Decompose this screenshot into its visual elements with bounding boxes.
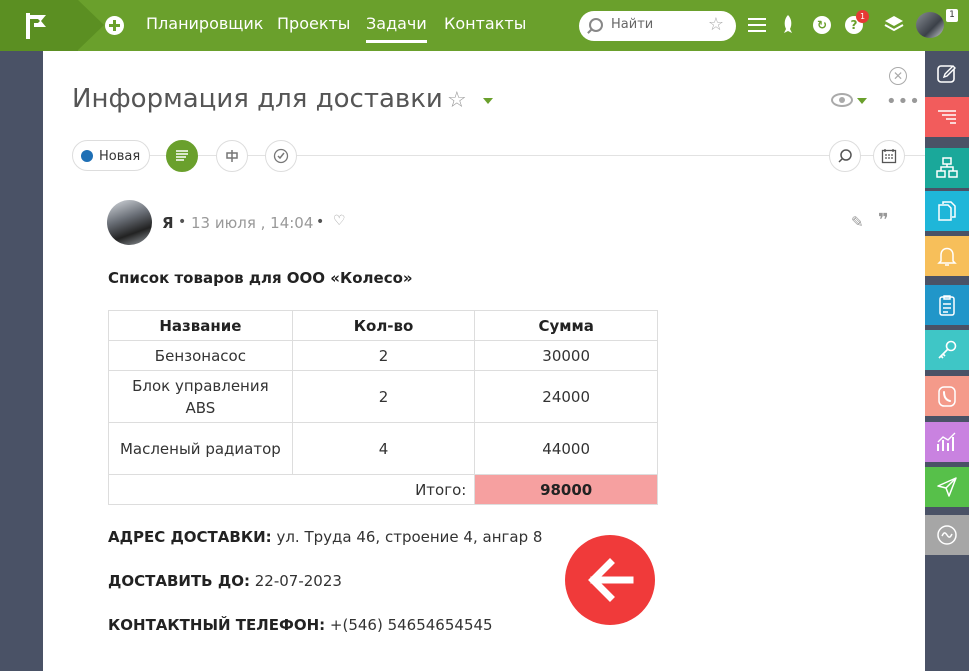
layers-icon[interactable]	[884, 14, 904, 40]
table-row: Блок управления ABS 2 24000	[108, 370, 658, 423]
eye-icon[interactable]	[831, 93, 853, 107]
deliver-by: ДОСТАВИТЬ ДО: 22-07-2023	[108, 572, 342, 590]
checklist-tab-button[interactable]	[265, 140, 297, 172]
sidebar-activity[interactable]	[925, 515, 969, 555]
table-cell: 24000	[474, 370, 658, 423]
total-value: 98000	[474, 474, 658, 505]
calendar-button[interactable]	[873, 140, 905, 172]
table-header: Сумма	[474, 310, 658, 341]
sidebar-access[interactable]	[925, 330, 969, 370]
profile-badge: 1	[946, 9, 958, 22]
arrow-left-icon	[588, 558, 634, 602]
add-button[interactable]	[105, 16, 124, 35]
page-title: Информация для доставки	[72, 84, 443, 114]
clipboard-icon	[939, 295, 955, 316]
list-title: Список товаров для ООО «Колесо»	[108, 269, 413, 287]
timer-icon[interactable]: ↻	[813, 16, 831, 34]
sidebar-edit[interactable]	[925, 54, 969, 94]
quote-icon[interactable]: ❞	[878, 210, 889, 231]
contact-phone: КОНТАКТНЫЙ ТЕЛЕФОН: +(546) 54654654545	[108, 616, 493, 634]
nav-projects[interactable]: Проекты	[277, 14, 350, 33]
rocket-icon[interactable]	[781, 14, 795, 40]
visibility-dropdown-chevron-icon[interactable]	[857, 98, 867, 104]
search-box[interactable]: Найти ☆	[579, 11, 736, 41]
flag-logo-icon	[26, 13, 46, 39]
list-icon	[938, 110, 956, 124]
sidebar-notifications[interactable]	[925, 236, 969, 276]
menu-icon[interactable]	[748, 18, 766, 32]
back-button[interactable]	[565, 535, 655, 625]
table-cell: 44000	[474, 422, 658, 475]
table-header: Название	[108, 310, 293, 341]
table-cell: Масленый радиатор	[108, 422, 293, 475]
table-cell: 2	[291, 370, 476, 423]
sidebar-structure[interactable]	[925, 148, 969, 188]
chart-icon	[937, 432, 956, 451]
post-date: 13 июля , 14:04	[191, 214, 314, 232]
search-icon	[589, 18, 603, 32]
structure-icon	[936, 157, 958, 178]
description-tab-button[interactable]	[166, 140, 198, 172]
nav-tasks[interactable]: Задачи	[366, 14, 427, 43]
table-cell: Бензонасос	[108, 340, 293, 371]
table-row: Масленый радиатор 4 44000	[108, 422, 658, 475]
help-badge: 1	[856, 10, 869, 23]
post-author[interactable]: Я	[162, 214, 174, 232]
table-cell: 2	[291, 340, 476, 371]
logo-area[interactable]	[0, 0, 78, 51]
star-icon[interactable]: ☆	[708, 14, 724, 35]
delivery-address: АДРЕС ДОСТАВКИ: ул. Труда 46, строение 4…	[108, 528, 543, 546]
title-dropdown-chevron-icon[interactable]	[483, 98, 493, 104]
documents-icon	[938, 201, 956, 221]
nav-planner[interactable]: Планировщик	[146, 14, 263, 33]
author-avatar[interactable]	[107, 200, 152, 245]
table-header: Кол-во	[291, 310, 476, 341]
search-in-task-button[interactable]	[829, 140, 861, 172]
key-icon	[938, 340, 957, 359]
user-avatar[interactable]	[916, 12, 944, 38]
wave-icon	[937, 525, 957, 545]
table-cell: 4	[291, 422, 476, 475]
close-icon[interactable]: ✕	[889, 67, 907, 85]
table-cell: Блок управления ABS	[108, 370, 293, 423]
sidebar-analytics[interactable]	[925, 422, 969, 462]
table-row: Бензонасос 2 30000	[108, 340, 658, 371]
total-label: Итого:	[107, 474, 476, 505]
sidebar-tasks[interactable]	[925, 97, 969, 137]
table-total-row: Итого: 98000	[107, 474, 658, 505]
like-heart-icon[interactable]: ♡	[333, 213, 346, 229]
sidebar-reports[interactable]	[925, 285, 969, 325]
bell-icon	[937, 247, 957, 266]
phone-icon	[938, 386, 956, 407]
more-options-icon[interactable]: •••	[886, 91, 921, 112]
goods-table: Название Кол-во Сумма Бензонасос 2 30000…	[107, 310, 658, 505]
structure-tab-button[interactable]	[216, 140, 248, 172]
top-bar: Планировщик Проекты Задачи Контакты Найт…	[0, 0, 969, 51]
edit-post-icon[interactable]: ✎	[851, 213, 864, 231]
sidebar-messages[interactable]	[925, 467, 969, 507]
edit-icon	[937, 65, 956, 83]
table-cell: 30000	[474, 340, 658, 371]
search-input[interactable]: Найти	[611, 17, 653, 32]
status-badge[interactable]: Новая	[72, 140, 150, 171]
nav-contacts[interactable]: Контакты	[444, 14, 526, 33]
favorite-star-icon[interactable]: ☆	[447, 88, 467, 113]
send-icon	[937, 477, 957, 497]
sidebar-documents[interactable]	[925, 191, 969, 231]
sidebar-calls[interactable]	[925, 376, 969, 416]
